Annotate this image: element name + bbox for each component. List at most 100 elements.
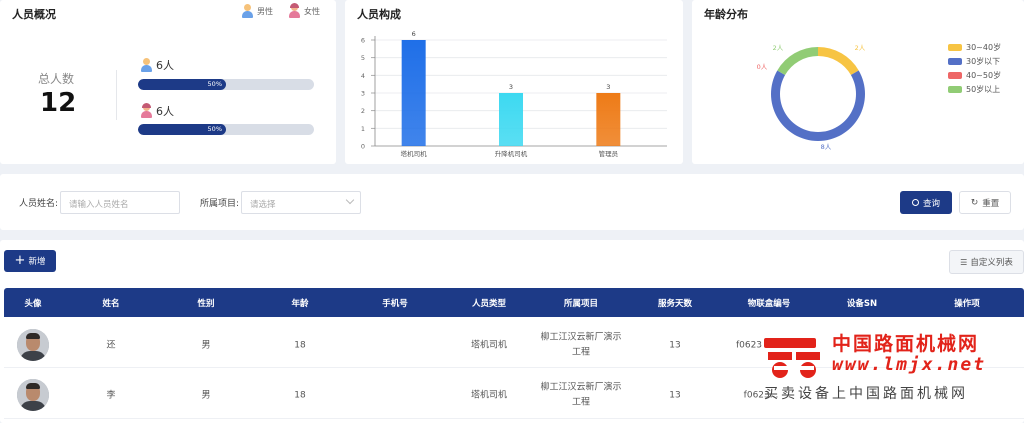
cell-name: 还 <box>106 340 116 351</box>
female-progress-fill: 50% <box>138 124 226 135</box>
reset-button[interactable]: ↻ 重置 <box>959 191 1011 214</box>
composition-bar-chart: 0 1 2 3 4 5 6 6 塔机司机 3 升降机司机 3 管理员 <box>361 30 667 158</box>
donut-slice <box>818 47 859 75</box>
search-button-label: 查询 <box>922 198 940 209</box>
slice-label: 2人 <box>773 44 784 52</box>
col-gender: 性别 <box>197 299 215 309</box>
cell-age: 18 <box>294 390 306 401</box>
col-type: 人员类型 <box>471 299 507 309</box>
y-tick-label: 3 <box>361 90 365 98</box>
add-button-label: 新增 <box>28 257 46 267</box>
col-sn: 设备SN <box>846 299 878 309</box>
female-count: 6人 <box>156 105 174 118</box>
cell-days: 13 <box>669 390 681 401</box>
overview-title: 人员概况 <box>12 8 56 21</box>
age-legend-item: 30岁以下 <box>948 56 1000 67</box>
name-search-input[interactable]: 请输入人员姓名 <box>60 191 180 214</box>
chevron-down-icon <box>345 195 355 205</box>
col-avatar: 头像 <box>24 299 42 309</box>
y-tick-label: 5 <box>361 54 365 62</box>
age-legend-label: 30岁以下 <box>966 57 1001 66</box>
x-tick-label: 升降机司机 <box>495 149 528 158</box>
y-tick-label: 4 <box>361 72 365 80</box>
roller-logo-icon <box>764 338 820 378</box>
search-button[interactable]: 查询 <box>900 191 952 214</box>
bar-value-label: 3 <box>606 83 610 91</box>
cell-project-line2: 工程 <box>571 347 591 358</box>
search-icon <box>911 199 919 206</box>
male-progress-bar: 50% <box>138 79 314 90</box>
male-count-row: 6人 <box>140 57 174 73</box>
bar <box>596 93 621 146</box>
col-box: 物联盒编号 <box>747 299 791 309</box>
bar <box>401 40 426 146</box>
slice-label: 8人 <box>821 143 832 151</box>
cell-age: 18 <box>294 340 306 351</box>
name-filter-label: 人员姓名: <box>19 199 59 209</box>
custom-list-button[interactable]: ☰ 自定义列表 <box>949 250 1024 274</box>
add-button[interactable]: + 新增 <box>4 250 56 272</box>
female-legend-label: 女性 <box>304 6 320 16</box>
total-value: 12 <box>40 88 77 118</box>
slice-label: 0人 <box>757 63 768 71</box>
x-tick-label: 管理员 <box>599 149 619 158</box>
female-avatar-icon <box>288 3 301 18</box>
y-tick-label: 2 <box>361 107 365 115</box>
age-legend-item: 30~40岁 <box>948 42 1001 53</box>
cell-name: 李 <box>106 390 116 401</box>
female-percent: 50% <box>207 125 222 133</box>
project-select-placeholder: 请选择 <box>250 200 276 210</box>
refresh-icon: ↻ <box>970 197 979 208</box>
age-donut-chart: 2人 8人 0人 2人 <box>757 44 866 151</box>
col-phone: 手机号 <box>382 299 408 309</box>
y-tick-label: 0 <box>361 143 365 151</box>
reset-button-label: 重置 <box>982 198 1000 209</box>
age-legend-item: 40~50岁 <box>948 70 1001 81</box>
col-age: 年龄 <box>291 299 309 309</box>
divider <box>116 70 117 120</box>
avatar <box>17 379 49 411</box>
female-count-row: 6人 <box>140 103 174 119</box>
male-legend: 男性 <box>241 4 273 18</box>
col-days: 服务天数 <box>657 299 693 309</box>
cell-type: 塔机司机 <box>470 390 508 401</box>
cell-gender: 男 <box>201 340 211 351</box>
total-label: 总人数 <box>38 72 75 86</box>
watermark-url: www.lmjx.net <box>832 354 987 375</box>
male-avatar-icon <box>241 4 254 18</box>
cell-type: 塔机司机 <box>470 340 508 351</box>
col-name: 姓名 <box>102 299 120 309</box>
female-avatar-icon <box>140 103 153 118</box>
female-legend: 女性 <box>288 3 320 18</box>
age-legend-label: 30~40岁 <box>966 43 1002 52</box>
slice-label: 2人 <box>855 44 866 52</box>
list-settings-icon: ☰ <box>960 257 968 267</box>
watermark-cn: 中国路面机械网 <box>832 333 980 355</box>
custom-list-label: 自定义列表 <box>970 258 1013 268</box>
overview-card: 人员概况 男性 女性 总人数 12 6人 50% 6人 50% <box>0 0 336 164</box>
y-tick-label: 6 <box>361 37 365 45</box>
legend-swatch <box>948 86 962 93</box>
female-progress-bar: 50% <box>138 124 314 135</box>
y-tick-label: 1 <box>361 125 365 133</box>
plus-icon: + <box>14 253 26 268</box>
cell-days: 13 <box>669 340 681 351</box>
bar-value-label: 3 <box>509 83 513 91</box>
age-legend-item: 50岁以上 <box>948 84 1000 95</box>
male-legend-label: 男性 <box>257 6 273 16</box>
male-avatar-icon <box>140 58 153 72</box>
cell-gender: 男 <box>201 390 211 401</box>
cell-project-line1: 柳工江汉云新厂演示 <box>540 332 622 343</box>
col-actions: 操作项 <box>954 299 980 309</box>
legend-swatch <box>948 44 962 51</box>
male-count: 6人 <box>156 59 174 72</box>
male-progress-fill: 50% <box>138 79 226 90</box>
age-legend-label: 40~50岁 <box>966 71 1002 80</box>
male-percent: 50% <box>207 80 222 88</box>
cell-project-line1: 柳工江汉云新厂演示 <box>540 382 622 393</box>
age-card: 年龄分布 2人 8人 0人 2人 30~40岁 30岁以下 40~50岁 50岁以上 <box>692 0 1024 164</box>
project-filter-label: 所属项目: <box>200 199 240 209</box>
project-select[interactable]: 请选择 <box>241 191 361 214</box>
table-header: 头像 姓名 性别 年龄 手机号 人员类型 所属项目 服务天数 物联盒编号 设备S… <box>4 288 1024 317</box>
composition-card: 人员构成 0 1 2 3 4 5 6 6 塔机司机 3 升降机司机 3 管理员 <box>345 0 683 164</box>
